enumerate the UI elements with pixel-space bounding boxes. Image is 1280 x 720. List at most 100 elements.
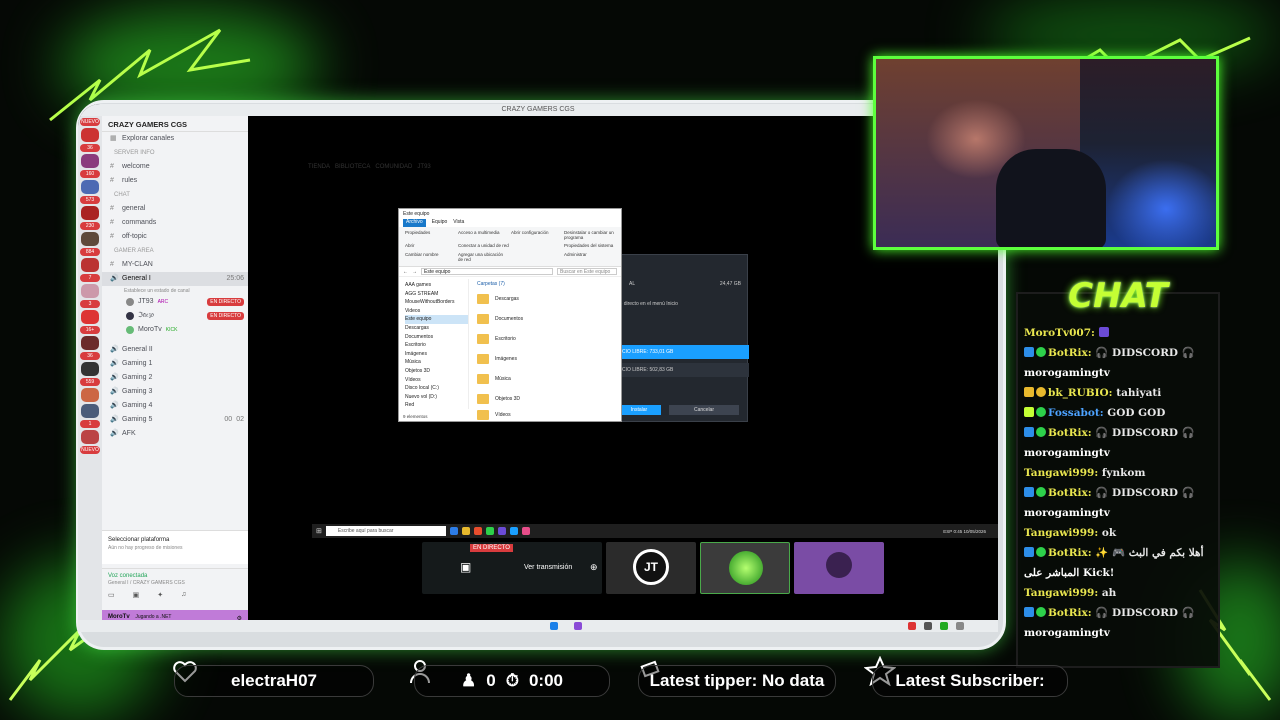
tray-icon[interactable] [940,622,948,630]
nav-item[interactable]: AGG STREAM [405,290,468,299]
ribbon-item[interactable]: Agregar una ubicación de red [458,252,509,263]
tray-icon[interactable] [924,622,932,630]
watch-stream-button[interactable]: Ver transmisión [524,564,572,571]
nav-item[interactable]: Objetos 3D [405,367,468,376]
nav-item[interactable]: Nuevo vol (D:) [405,393,468,402]
app-icon[interactable] [521,527,530,535]
nav-item[interactable]: Documentos [405,333,468,342]
folder-item[interactable]: Imágenes [477,349,613,369]
nav-item[interactable]: Escritorio [405,341,468,350]
nav-item[interactable]: MouseWithoutBorders [405,298,468,307]
video-icon[interactable]: ▭ [108,591,115,599]
server-icon[interactable] [81,362,99,376]
category-gamer-area[interactable]: GAMER AREA [102,244,248,258]
stream-thumbnail-user[interactable] [794,542,884,594]
server-icon[interactable] [81,336,99,350]
nav-item[interactable]: Disco local (C:) [405,384,468,393]
address-input[interactable]: Este equipo [421,268,553,275]
folder-item[interactable]: Descargas [477,289,613,309]
screen-share-icon[interactable]: ▣ [133,591,140,599]
install-button[interactable]: Instalar [617,405,661,415]
stream-thumbnail-user[interactable] [700,542,790,594]
server-icon[interactable] [81,180,99,194]
tab-archivo[interactable]: Archivo [403,219,426,227]
server-icon[interactable] [81,232,99,246]
nav-item[interactable]: Música [405,358,468,367]
channel-my-clan[interactable]: # MY-CLAN [102,258,248,272]
nav-item[interactable]: Descargas [405,324,468,333]
nav-item[interactable]: Imágenes [405,350,468,359]
back-arrow-icon[interactable]: ← [403,269,408,275]
search-input[interactable]: Buscar en Este equipo [557,268,617,275]
tray-icon[interactable] [908,622,916,630]
ribbon-item[interactable]: Acceso a multimedia [458,230,509,241]
stream-thumbnail-live[interactable]: EN DIRECTO ▣ Ver transmisión ⊕ [422,542,602,594]
category-server-info[interactable]: SERVER INFO [102,146,248,160]
nav-item[interactable]: Vídeos [405,376,468,385]
voice-user[interactable]: MoroTv KICK [102,323,248,337]
nav-item[interactable]: AAA games [405,281,468,290]
ribbon-item[interactable]: Abrir [405,243,456,249]
nav-item-selected[interactable]: Este equipo [405,315,468,324]
stream-thumbnail-user[interactable]: JT [606,542,696,594]
windows-start-icon[interactable]: ⊞ [316,527,322,535]
ribbon-item[interactable]: Conectar a unidad de red [458,243,509,249]
voice-channel-gaming-1[interactable]: 🔊 Gaming 1 [102,357,248,371]
popout-icon[interactable]: ⊕ [590,562,598,573]
nav-item[interactable]: Videos [405,307,468,316]
channel-commands[interactable]: # commands [102,216,248,230]
cancel-button[interactable]: Cancelar [669,405,739,415]
app-icon[interactable] [497,527,506,535]
folder-item[interactable]: Objetos 3D [477,389,613,409]
voice-user[interactable]: ℑ𝔞𝔢𝔷𝔬 EN DIRECTO [102,309,248,323]
channel-status[interactable]: Establece un estado de canal [102,286,248,295]
forward-arrow-icon[interactable]: → [412,269,417,275]
folder-item[interactable]: Música [477,369,613,389]
ribbon-item[interactable]: Desinstalar o cambiar un programa [564,230,615,241]
server-icon[interactable] [81,128,99,142]
app-icon[interactable] [461,527,470,535]
folder-item[interactable]: Escritorio [477,329,613,349]
channel-welcome[interactable]: # welcome [102,160,248,174]
platform-panel[interactable]: Seleccionar plataforma Aún no hay progre… [102,530,248,564]
server-icon[interactable] [81,404,99,418]
discord-icon[interactable] [574,622,582,630]
soundboard-icon[interactable]: ♫ [181,591,186,599]
explore-channels[interactable]: ▦ Explorar canales [102,132,248,146]
ribbon-item[interactable]: Propiedades [405,230,456,241]
server-icon[interactable] [81,388,99,402]
app-icon[interactable] [473,527,482,535]
server-icon[interactable] [81,284,99,298]
app-icon[interactable] [509,527,518,535]
nav-item[interactable]: Red [405,401,468,410]
ribbon-item[interactable]: Propiedades del sistema [564,243,615,249]
voice-channel-gaming-5[interactable]: 🔊 Gaming 5 00 02 [102,413,248,427]
server-icon[interactable] [81,430,99,444]
server-icon[interactable] [81,310,99,324]
activity-icon[interactable]: ✦ [157,591,163,599]
voice-channel-gaming-4[interactable]: 🔊 Gaming 4 [102,399,248,413]
server-icon[interactable] [81,258,99,272]
voice-channel-gaming-2[interactable]: 🔊 Gaming 2 [102,371,248,385]
folder-item[interactable]: Vídeos [477,409,613,421]
folders-header[interactable]: Carpetas (7) [477,281,613,289]
server-icon[interactable] [81,206,99,220]
app-icon[interactable] [449,527,458,535]
server-icon[interactable] [81,154,99,168]
windows-start-icon[interactable] [550,622,558,630]
tray-icon[interactable] [956,622,964,630]
ribbon-item[interactable]: Cambiar nombre [405,252,456,263]
channel-off-topic[interactable]: # off-topic [102,230,248,244]
taskbar-search-input[interactable]: Escribe aquí para buscar [325,526,446,536]
server-name[interactable]: CRAZY GAMERS CGS [102,116,248,132]
category-chat[interactable]: CHAT [102,188,248,202]
app-icon[interactable] [485,527,494,535]
tab-equipo[interactable]: Equipo [432,219,448,227]
ribbon-item[interactable]: Administrar [564,252,615,263]
voice-channel-gaming-3[interactable]: 🔊 Gaming 3 [102,385,248,399]
voice-channel-general-2[interactable]: 🔊 General II [102,343,248,357]
voice-channel-afk[interactable]: 🔊 AFK [102,427,248,441]
channel-general[interactable]: # general [102,202,248,216]
channel-rules[interactable]: # rules [102,174,248,188]
tab-vista[interactable]: Vista [453,219,464,227]
